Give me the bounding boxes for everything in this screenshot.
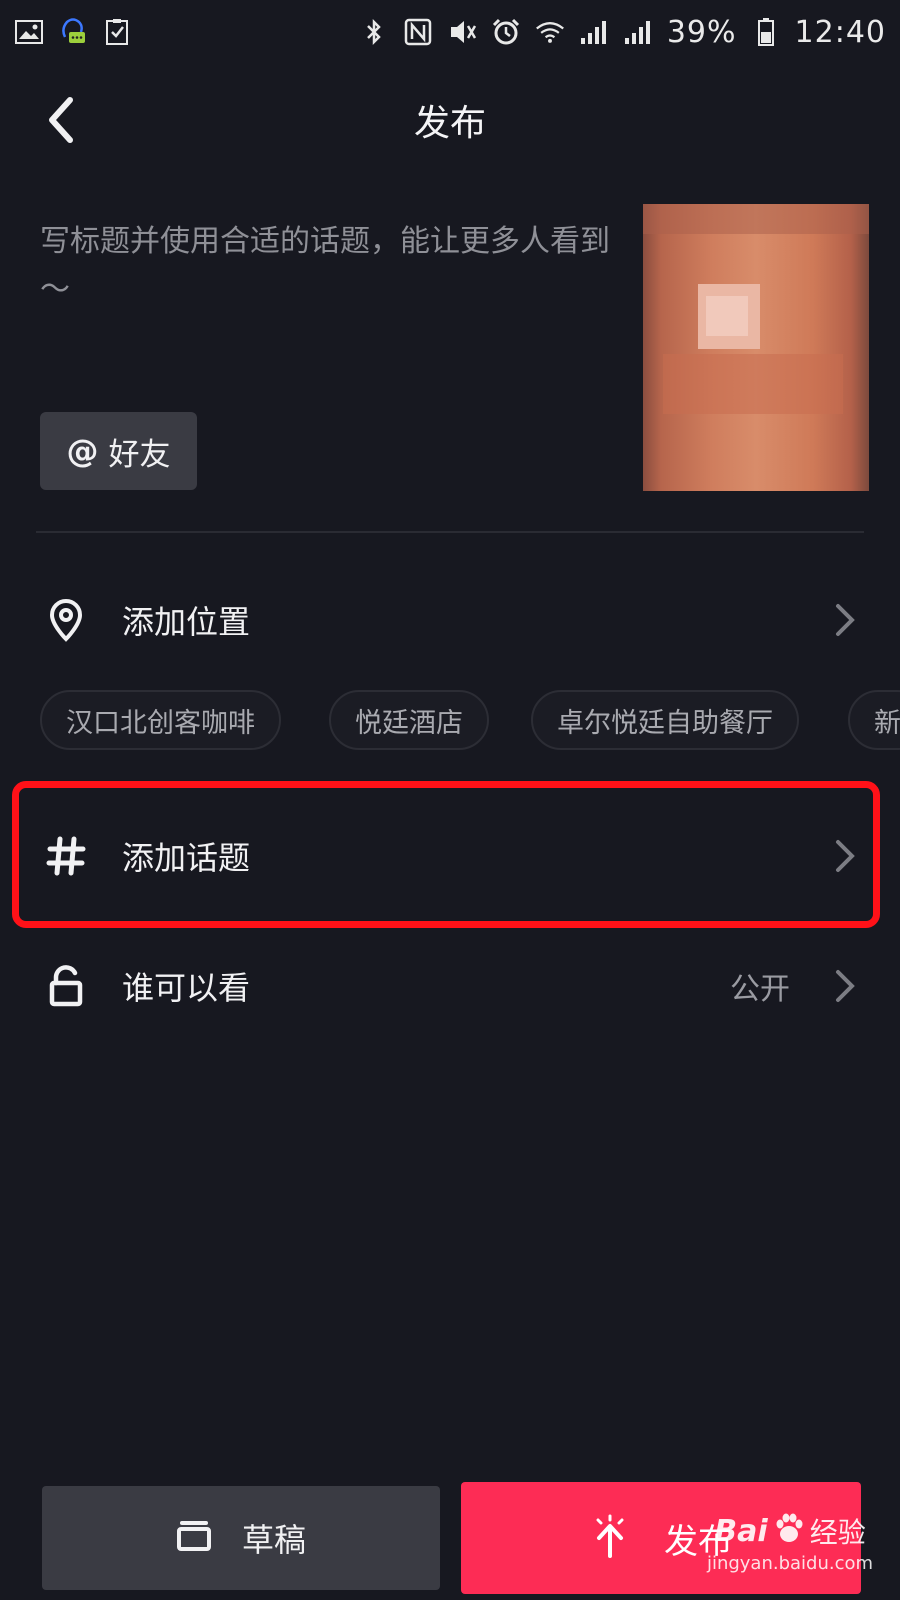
mention-friends-label: 好友 [108,436,171,473]
wifi-icon [535,17,565,47]
video-thumbnail[interactable] [643,204,869,491]
mention-friends-button[interactable]: @ 好友 [40,412,197,490]
thumbnail-pixel-band [663,354,843,414]
task-notification-icon [102,17,132,47]
publish-label: 发布 [664,1521,732,1562]
divider [36,531,864,533]
location-chip[interactable]: 卓尔悦廷自助餐厅 [531,690,799,750]
chevron-right-icon [830,600,860,640]
draft-label: 草稿 [241,1521,306,1559]
at-icon: @ [66,432,99,470]
location-chip[interactable]: 悦廷酒店 [329,690,489,750]
visibility-value: 公开 [730,972,790,1007]
location-chip[interactable]: 汉口北创客咖啡 [40,690,281,750]
clock: 12:40 [794,14,886,50]
publish-button[interactable]: 发布 [461,1482,861,1594]
unlock-icon [44,964,88,1008]
add-location-row[interactable]: 添加位置 [0,572,900,668]
status-bar-right: 39% 12:40 [359,15,886,50]
publish-sparkle-icon [590,1514,630,1562]
draft-button[interactable]: 草稿 [42,1486,440,1590]
bluetooth-icon [359,17,389,47]
location-pin-icon [44,598,88,642]
nfc-icon [403,17,433,47]
visibility-label: 谁可以看 [122,969,251,1007]
thumbnail-pixel-block [706,296,748,336]
chat-notification-icon [58,17,88,47]
battery-icon [751,17,781,47]
signal-icon [579,17,609,47]
signal-4g-icon [623,17,653,47]
status-bar: 39% 12:40 [0,0,900,64]
alarm-icon [491,17,521,47]
page-title: 发布 [413,103,486,144]
highlight-annotation [12,781,880,928]
visibility-row[interactable]: 谁可以看 公开 [0,938,900,1034]
chevron-right-icon [830,966,860,1006]
nav-bar: 发布 [0,72,900,168]
location-chip[interactable]: 新 [848,690,900,750]
bottom-action-bar: 草稿 发布 [0,1480,900,1600]
caption-input[interactable]: 写标题并使用合适的话题，能让更多人看到～ [40,218,625,314]
thumbnail-pixel-band [643,204,869,234]
status-bar-left [14,17,132,47]
battery-percent: 39% [666,14,737,50]
gallery-notification-icon [14,17,44,47]
location-suggestions: 汉口北创客咖啡 悦廷酒店 卓尔悦廷自助餐厅 新 [40,690,900,752]
add-location-label: 添加位置 [122,603,251,641]
draft-box-icon [176,1520,212,1556]
vibrate-icon [447,17,477,47]
